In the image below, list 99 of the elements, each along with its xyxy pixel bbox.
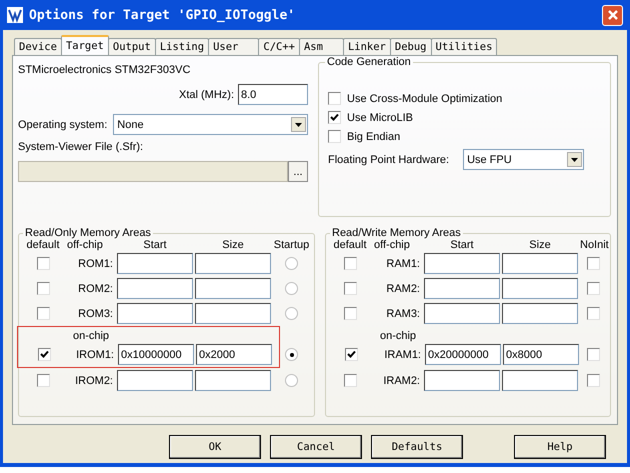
option-label: Use MicroLIB xyxy=(347,112,414,124)
start-field[interactable]: 0x10000000 xyxy=(118,344,194,365)
dialog-button[interactable]: OK xyxy=(169,435,261,459)
size-field[interactable] xyxy=(502,253,578,274)
startup-radio[interactable] xyxy=(285,348,298,361)
size-field[interactable] xyxy=(502,303,578,324)
xtal-label: Xtal (MHz): xyxy=(179,88,234,100)
xtal-field[interactable]: 8.0 xyxy=(238,84,308,105)
startup-radio[interactable] xyxy=(285,282,298,295)
tab[interactable]: Target xyxy=(60,35,109,55)
option-label: Big Endian xyxy=(347,130,400,142)
sfr-label: System-Viewer File (.Sfr): xyxy=(18,141,144,153)
memory-label: ROM3: xyxy=(77,308,114,320)
memory-label: IRAM1: xyxy=(383,348,422,360)
close-button[interactable] xyxy=(602,4,623,26)
window-title: Options for Target 'GPIO_IOToggle' xyxy=(29,8,296,22)
group-title: Code Generation xyxy=(326,56,412,68)
fpu-label: Floating Point Hardware: xyxy=(328,154,450,166)
startup-radio[interactable] xyxy=(285,307,298,320)
start-field[interactable] xyxy=(117,303,193,324)
start-field[interactable] xyxy=(117,278,193,299)
tab[interactable]: Output xyxy=(108,38,156,55)
size-field[interactable]: 0x2000 xyxy=(196,344,272,365)
os-dropdown[interactable]: None xyxy=(113,114,308,135)
option-checkbox[interactable] xyxy=(328,130,341,143)
default-checkbox[interactable] xyxy=(344,348,358,361)
column-header: off-chip xyxy=(374,239,410,251)
size-field[interactable] xyxy=(195,303,271,324)
column-header: off-chip xyxy=(67,239,103,251)
start-field[interactable] xyxy=(117,370,193,391)
option-checkbox[interactable] xyxy=(328,111,341,124)
os-label: Operating system: xyxy=(18,118,108,130)
default-checkbox[interactable] xyxy=(36,374,50,387)
size-field[interactable] xyxy=(195,253,271,274)
memory-label: RAM3: xyxy=(385,308,421,320)
default-checkbox[interactable] xyxy=(36,257,50,270)
fpu-dropdown[interactable]: Use FPU xyxy=(463,149,584,170)
noinit-checkbox[interactable] xyxy=(586,282,600,295)
tab[interactable]: Asm xyxy=(298,38,344,55)
group-title: Read/Write Memory Areas xyxy=(331,227,462,239)
default-checkbox[interactable] xyxy=(344,307,356,320)
noinit-checkbox[interactable] xyxy=(586,257,600,270)
tab[interactable]: Debug xyxy=(390,38,432,55)
startup-radio[interactable] xyxy=(285,257,298,270)
tab[interactable]: C/C++ xyxy=(258,38,300,55)
column-header: Start xyxy=(450,239,474,251)
option-checkbox[interactable] xyxy=(328,92,341,105)
memory-label: ROM1: xyxy=(77,258,114,270)
section-label: on-chip xyxy=(72,329,110,342)
size-field[interactable] xyxy=(502,278,578,299)
size-field[interactable] xyxy=(195,278,271,299)
noinit-checkbox[interactable] xyxy=(586,374,600,387)
start-field[interactable] xyxy=(424,303,500,324)
start-field[interactable]: 0x20000000 xyxy=(425,344,501,365)
start-field[interactable] xyxy=(424,370,500,391)
memory-label: RAM1: xyxy=(385,258,421,270)
tab[interactable]: User xyxy=(208,38,260,55)
size-field[interactable] xyxy=(195,370,271,391)
default-checkbox[interactable] xyxy=(344,374,356,387)
browse-button[interactable]: ... xyxy=(288,161,308,182)
default-checkbox[interactable] xyxy=(36,307,50,320)
memory-label: RAM2: xyxy=(385,282,421,294)
tab[interactable]: Listing xyxy=(154,38,210,55)
start-field[interactable] xyxy=(117,253,193,274)
size-field[interactable] xyxy=(502,370,578,391)
section-label: on-chip xyxy=(378,329,418,342)
default-checkbox[interactable] xyxy=(344,282,356,295)
default-checkbox[interactable] xyxy=(36,282,50,295)
close-icon xyxy=(606,9,618,21)
startup-radio[interactable] xyxy=(285,374,298,387)
size-field[interactable]: 0x8000 xyxy=(503,344,579,365)
tab[interactable]: Linker xyxy=(342,38,391,55)
column-header: Size xyxy=(222,239,244,251)
memory-label: IRAM2: xyxy=(382,374,421,386)
dialog-button[interactable]: Cancel xyxy=(270,435,362,459)
start-field[interactable] xyxy=(424,253,500,274)
tab[interactable]: Utilities xyxy=(430,38,498,55)
dialog-button[interactable]: Defaults xyxy=(371,435,463,459)
tab[interactable]: Device xyxy=(14,38,62,55)
device-name: STMicroelectronics STM32F303VC xyxy=(18,64,192,76)
option-label: Use Cross-Module Optimization xyxy=(347,92,502,104)
column-header: Size xyxy=(529,239,551,251)
start-field[interactable] xyxy=(424,278,500,299)
sfr-field[interactable] xyxy=(18,161,288,182)
column-header: NoInit xyxy=(580,239,609,251)
memory-label: IROM1: xyxy=(75,348,115,360)
noinit-checkbox[interactable] xyxy=(586,307,600,320)
memory-label: ROM2: xyxy=(77,282,114,294)
app-icon xyxy=(7,7,23,23)
column-header: Startup xyxy=(274,239,310,251)
column-header: Start xyxy=(143,239,167,251)
column-header: default xyxy=(26,239,60,251)
column-header: default xyxy=(333,239,367,251)
memory-label: IROM2: xyxy=(74,374,114,386)
default-checkbox[interactable] xyxy=(38,348,50,361)
group-title: Read/Only Memory Areas xyxy=(24,227,152,239)
default-checkbox[interactable] xyxy=(344,257,356,270)
noinit-checkbox[interactable] xyxy=(586,348,600,361)
dialog-button[interactable]: Help xyxy=(514,435,606,459)
